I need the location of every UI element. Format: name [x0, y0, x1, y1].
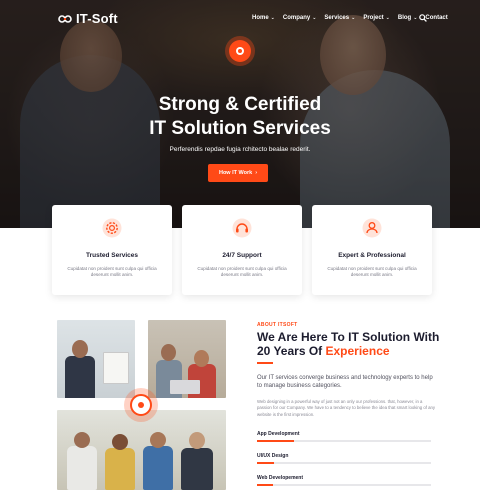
skill-progress-fill — [257, 484, 273, 486]
skill-label: UI/UX Design — [257, 453, 289, 459]
top-navigation-bar: IT-Soft Home ⌄ Company ⌄ Services ⌄ Proj… — [0, 0, 480, 40]
feature-card-trusted-services[interactable]: Trusted Services Cupidatat non proident … — [52, 205, 172, 295]
nav-item-home[interactable]: Home ⌄ — [252, 15, 275, 21]
nav-item-label: Blog — [397, 15, 412, 21]
cog-icon — [102, 218, 122, 238]
feature-card-expert-professional[interactable]: Expert & Professional Cupidatat non proi… — [312, 205, 432, 295]
nav-item-label: Company — [282, 15, 311, 21]
hero-title-line-2: IT Solution Services — [149, 118, 331, 139]
nav-item-label: Services — [324, 15, 350, 21]
feature-card-support[interactable]: 24/7 Support Cupidatat non proident sunt… — [182, 205, 302, 295]
about-title-line-1: We Are Here To IT Solution With — [257, 330, 440, 344]
nav-item-services[interactable]: Services ⌄ — [324, 15, 355, 21]
feature-card-description: Cupidatat non proident sunt culpa qui of… — [327, 266, 417, 278]
about-photo-team-laptop — [148, 320, 226, 398]
hero-section: IT-Soft Home ⌄ Company ⌄ Services ⌄ Proj… — [0, 0, 480, 228]
video-play-icon[interactable] — [229, 40, 251, 62]
feature-card-description: Cupidatat non proident sunt culpa qui of… — [67, 266, 157, 278]
feature-cards: Trusted Services Cupidatat non proident … — [52, 205, 432, 295]
about-lead: Our IT services converge business and te… — [257, 375, 433, 389]
skill-label: Web Developement — [257, 475, 304, 481]
nav-item-label: Project — [363, 15, 384, 21]
about-photo-presenter — [57, 320, 135, 398]
feature-card-description: Cupidatat non proident sunt culpa qui of… — [197, 266, 287, 278]
about-eyebrow: ABOUT ITSOFT — [257, 322, 298, 328]
about-title-line-2: 20 Years Of — [257, 344, 326, 358]
nav-item-company[interactable]: Company ⌄ — [283, 15, 317, 21]
chevron-down-icon: ⌄ — [385, 15, 390, 21]
about-title: We Are Here To IT Solution With 20 Years… — [257, 330, 457, 358]
brand-name: IT-Soft — [76, 11, 118, 26]
support-icon — [232, 218, 252, 238]
feature-card-title: 24/7 Support — [222, 252, 262, 259]
hero-title: Strong & Certified IT Solution Services — [0, 93, 480, 141]
expert-icon — [362, 218, 382, 238]
nav-item-label: Contact — [425, 15, 448, 21]
skill-progress-track — [257, 484, 431, 486]
skill-progress-fill — [257, 440, 294, 442]
chevron-down-icon: ⌄ — [270, 15, 275, 21]
skill-web-development: Web Developement — [257, 475, 431, 486]
about-photo-group — [57, 410, 226, 490]
skill-ui-ux-design: UI/UX Design — [257, 453, 431, 464]
hero-subtitle: Perferendis repdae fugia rchitecto beala… — [169, 146, 311, 153]
skill-progress-fill — [257, 462, 275, 464]
about-title-highlight: Experience — [325, 344, 390, 358]
chevron-down-icon: ⌄ — [351, 15, 356, 21]
skill-label: App Development — [257, 431, 300, 437]
chevron-down-icon: ⌄ — [413, 15, 418, 21]
button-label: How IT Work — [218, 170, 253, 176]
about-body: Web designing in a powerful way of just … — [257, 399, 436, 417]
skill-app-development: App Development — [257, 431, 431, 442]
skill-progress-track — [257, 462, 431, 464]
feature-card-title: Trusted Services — [85, 252, 139, 259]
skill-progress-track — [257, 440, 431, 442]
how-it-work-button[interactable]: How IT Work › — [208, 164, 268, 182]
chevron-right-icon: › — [255, 170, 258, 176]
video-play-icon[interactable] — [124, 388, 158, 422]
brand-logo[interactable]: IT-Soft — [58, 11, 118, 26]
search-icon[interactable] — [419, 14, 427, 22]
nav-item-blog[interactable]: Blog ⌄ — [398, 15, 418, 21]
hero-title-line-1: Strong & Certified — [158, 94, 322, 115]
feature-card-title: Expert & Professional — [338, 252, 406, 259]
chevron-down-icon: ⌄ — [312, 15, 317, 21]
logo-icon — [58, 14, 72, 23]
nav-item-contact[interactable]: Contact — [425, 15, 447, 21]
nav-item-project[interactable]: Project ⌄ — [363, 15, 390, 21]
nav-item-label: Home — [252, 15, 269, 21]
about-title-underline — [257, 362, 273, 364]
